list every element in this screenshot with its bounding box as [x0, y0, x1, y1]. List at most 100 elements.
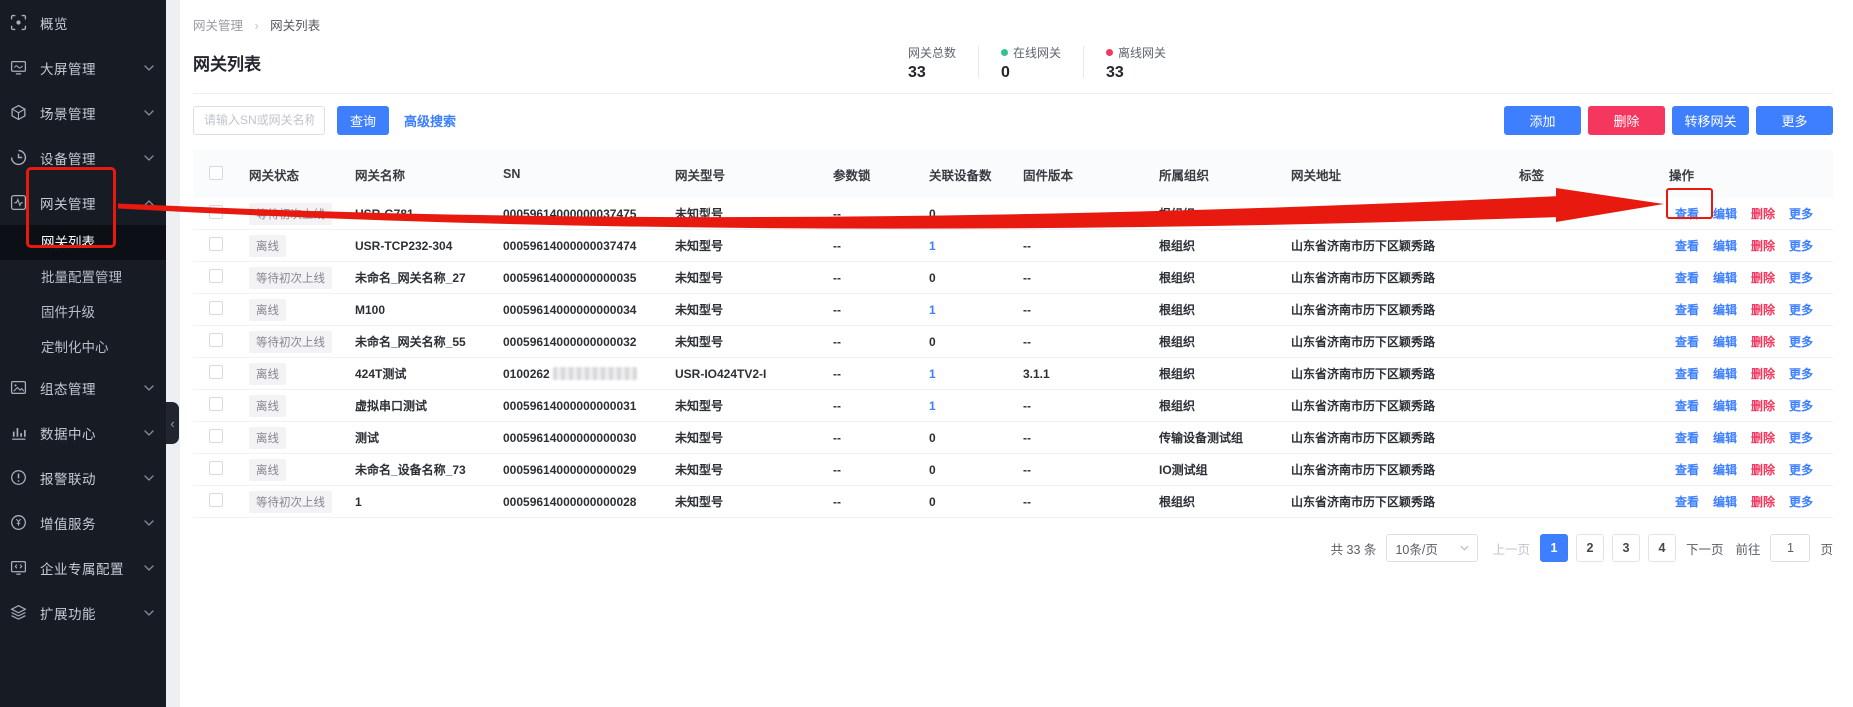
page-size-select[interactable]: 10条/页 — [1386, 534, 1478, 562]
sidebar-subitem-customization-center[interactable]: 定制化中心 — [0, 330, 166, 365]
row-checkbox[interactable] — [209, 301, 223, 315]
device-count: 0 — [929, 207, 1023, 221]
stat-online-label: 在线网关 — [1013, 44, 1061, 61]
edit-link[interactable]: 编辑 — [1713, 397, 1737, 414]
gateway-model: 未知型号 — [675, 333, 833, 350]
edit-link[interactable]: 编辑 — [1713, 365, 1737, 382]
edit-link[interactable]: 编辑 — [1713, 429, 1737, 446]
edit-link[interactable]: 编辑 — [1713, 237, 1737, 254]
edit-link[interactable]: 编辑 — [1713, 269, 1737, 286]
advanced-search-link[interactable]: 高级搜索 — [404, 111, 456, 130]
view-link[interactable]: 查看 — [1675, 461, 1699, 478]
delete-link[interactable]: 删除 — [1751, 461, 1775, 478]
delete-link[interactable]: 删除 — [1751, 237, 1775, 254]
sidebar-subitem-batch-config[interactable]: 批量配置管理 — [0, 260, 166, 295]
more-link[interactable]: 更多 — [1789, 333, 1813, 350]
row-checkbox[interactable] — [209, 333, 223, 347]
edit-link[interactable]: 编辑 — [1713, 493, 1737, 510]
sidebar-item-datacenter[interactable]: 数据中心 — [0, 410, 166, 455]
more-link[interactable]: 更多 — [1789, 493, 1813, 510]
delete-link[interactable]: 删除 — [1751, 493, 1775, 510]
more-link[interactable]: 更多 — [1789, 397, 1813, 414]
firmware-version: -- — [1023, 303, 1159, 317]
row-actions: 查看编辑删除更多 — [1669, 429, 1833, 446]
edit-link[interactable]: 编辑 — [1713, 301, 1737, 318]
view-link[interactable]: 查看 — [1675, 333, 1699, 350]
row-checkbox[interactable] — [209, 205, 223, 219]
view-link[interactable]: 查看 — [1675, 429, 1699, 446]
view-link[interactable]: 查看 — [1675, 237, 1699, 254]
more-link[interactable]: 更多 — [1789, 429, 1813, 446]
row-checkbox[interactable] — [209, 365, 223, 379]
delete-button[interactable]: 删除 — [1588, 106, 1665, 135]
sidebar-item-label: 场景管理 — [40, 103, 144, 123]
column-header-9: 标签 — [1519, 165, 1669, 184]
more-link[interactable]: 更多 — [1789, 269, 1813, 286]
sidebar-item-device[interactable]: 设备管理 — [0, 135, 166, 180]
transfer-gateway-button[interactable]: 转移网关 — [1672, 106, 1749, 135]
row-checkbox[interactable] — [209, 429, 223, 443]
value-added-icon — [10, 514, 27, 531]
sidebar-item-label: 概览 — [40, 13, 154, 33]
view-link[interactable]: 查看 — [1675, 205, 1699, 222]
delete-link[interactable]: 删除 — [1751, 333, 1775, 350]
sidebar-item-extension[interactable]: 扩展功能 — [0, 590, 166, 635]
row-checkbox[interactable] — [209, 237, 223, 251]
sidebar-subitem-gateway-list[interactable]: 网关列表 — [0, 225, 166, 260]
view-link[interactable]: 查看 — [1675, 493, 1699, 510]
select-all-checkbox[interactable] — [209, 166, 223, 180]
view-link[interactable]: 查看 — [1675, 397, 1699, 414]
gateway-stats: 网关总数 33 在线网关 0 离线网关 33 — [908, 44, 1166, 82]
breadcrumb-parent[interactable]: 网关管理 — [193, 19, 243, 33]
view-link[interactable]: 查看 — [1675, 269, 1699, 286]
prev-page-button[interactable]: 上一页 — [1492, 539, 1530, 558]
view-link[interactable]: 查看 — [1675, 365, 1699, 382]
add-button[interactable]: 添加 — [1504, 106, 1581, 135]
device-count-link[interactable]: 1 — [929, 399, 936, 413]
edit-link[interactable]: 编辑 — [1713, 461, 1737, 478]
sidebar-item-enterprise[interactable]: 企业专属配置 — [0, 545, 166, 590]
param-lock: -- — [833, 495, 929, 509]
more-link[interactable]: 更多 — [1789, 205, 1813, 222]
more-link[interactable]: 更多 — [1789, 461, 1813, 478]
goto-page-input[interactable] — [1770, 534, 1810, 562]
page-button-2[interactable]: 2 — [1576, 534, 1604, 562]
sidebar-item-gateway[interactable]: 网关管理 — [0, 180, 166, 225]
delete-link[interactable]: 删除 — [1751, 301, 1775, 318]
delete-link[interactable]: 删除 — [1751, 269, 1775, 286]
edit-link[interactable]: 编辑 — [1713, 205, 1737, 222]
sidebar-item-configuration[interactable]: 组态管理 — [0, 365, 166, 410]
page-button-1[interactable]: 1 — [1540, 534, 1568, 562]
delete-link[interactable]: 删除 — [1751, 365, 1775, 382]
sidebar-item-value-added[interactable]: 增值服务 — [0, 500, 166, 545]
query-button[interactable]: 查询 — [337, 106, 389, 135]
row-checkbox[interactable] — [209, 461, 223, 475]
page-button-4[interactable]: 4 — [1648, 534, 1676, 562]
sidebar-collapse-handle[interactable]: ‹ — [166, 402, 179, 444]
edit-link[interactable]: 编辑 — [1713, 333, 1737, 350]
sidebar-item-scene[interactable]: 场景管理 — [0, 90, 166, 135]
sidebar-item-bigscreen[interactable]: 大屏管理 — [0, 45, 166, 90]
more-button[interactable]: 更多 — [1756, 106, 1833, 135]
organization: 根组织 — [1159, 397, 1291, 414]
search-input[interactable] — [193, 106, 325, 135]
sidebar-subitem-firmware-upgrade[interactable]: 固件升级 — [0, 295, 166, 330]
device-count-link[interactable]: 1 — [929, 367, 936, 381]
more-link[interactable]: 更多 — [1789, 237, 1813, 254]
sidebar-item-alarm[interactable]: 报警联动 — [0, 455, 166, 500]
sidebar-item-overview[interactable]: 概览 — [0, 0, 166, 45]
more-link[interactable]: 更多 — [1789, 301, 1813, 318]
delete-link[interactable]: 删除 — [1751, 397, 1775, 414]
view-link[interactable]: 查看 — [1675, 301, 1699, 318]
row-checkbox[interactable] — [209, 397, 223, 411]
more-link[interactable]: 更多 — [1789, 365, 1813, 382]
redacted-sn — [553, 367, 637, 380]
row-checkbox[interactable] — [209, 493, 223, 507]
device-count-link[interactable]: 1 — [929, 239, 936, 253]
page-button-3[interactable]: 3 — [1612, 534, 1640, 562]
row-checkbox[interactable] — [209, 269, 223, 283]
delete-link[interactable]: 删除 — [1751, 429, 1775, 446]
next-page-button[interactable]: 下一页 — [1686, 539, 1724, 558]
delete-link[interactable]: 删除 — [1751, 205, 1775, 222]
device-count-link[interactable]: 1 — [929, 303, 936, 317]
